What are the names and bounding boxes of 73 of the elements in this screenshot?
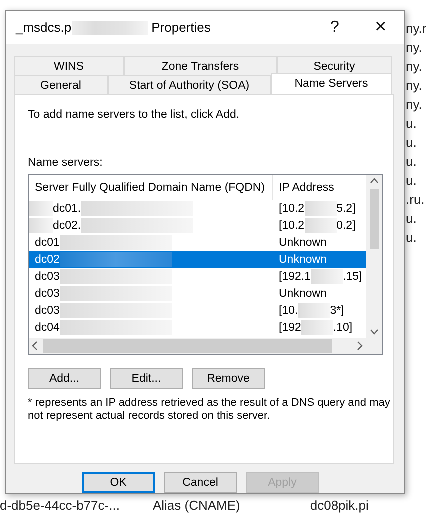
ip-text: [10.2	[279, 202, 305, 215]
server-row[interactable]: dc02. [10.2 0.2]	[29, 217, 366, 234]
background-text: u.	[406, 172, 418, 189]
fqdn-text: dc01	[35, 236, 60, 249]
background-text: u.	[406, 210, 418, 227]
background-text: ny.	[406, 58, 424, 75]
edit-button[interactable]: Edit...	[110, 368, 183, 390]
vertical-scrollbar[interactable]	[366, 175, 382, 338]
server-row[interactable]: dc01. [10.2 5.2]	[29, 200, 366, 218]
redacted-blur	[301, 320, 334, 336]
ip-text: 3*]	[330, 304, 344, 317]
server-row[interactable]: dc02 Unknown	[29, 251, 366, 268]
redacted-blur	[304, 201, 337, 216]
scroll-thumb[interactable]	[370, 189, 378, 250]
redacted-blur	[310, 269, 343, 284]
fqdn-text: dc02	[35, 254, 60, 266]
footnote-text: * represents an IP address retrieved as the result of a DNS query and may not represent actual records stored on this server.	[28, 397, 392, 424]
server-row[interactable]: dc03 Unknown	[29, 285, 366, 302]
tab[interactable]: WINS	[14, 56, 124, 78]
server-row[interactable]: dc03 [192.1 .15]	[29, 268, 366, 286]
background-text: u.	[406, 134, 418, 151]
ip-text: [10.	[279, 304, 298, 317]
instruction-text: To add name servers to the list, click Add.	[28, 109, 241, 122]
server-row[interactable]: dc03 [10. 3*]	[29, 302, 366, 320]
ip-text: [192.1	[279, 270, 311, 283]
ip-text: Unknown	[279, 236, 327, 249]
fqdn-text: dc01.	[53, 202, 82, 215]
redacted-blur	[304, 218, 337, 234]
background-text: u.	[406, 115, 418, 132]
cancel-button[interactable]: Cancel	[164, 472, 237, 493]
column-header[interactable]: IP Address	[273, 175, 334, 200]
scroll-thumb[interactable]	[43, 339, 332, 354]
help-button[interactable]: ?	[312, 18, 358, 37]
background-text: .ru.	[406, 191, 426, 208]
fqdn-text: dc02.	[53, 220, 82, 232]
tab[interactable]: Zone Transfers	[124, 56, 277, 78]
chevron-right-icon[interactable]	[356, 341, 364, 352]
background-text: Alias (CNAME)	[152, 498, 240, 515]
ip-text: Unknown	[279, 288, 327, 300]
chevron-left-icon[interactable]	[31, 341, 39, 352]
background-text: u.	[406, 229, 418, 246]
ip-text: 0.2]	[336, 220, 356, 232]
column-header[interactable]: Server Fully Qualified Domain Name (FQDN)	[29, 175, 273, 200]
redacted-blur	[298, 303, 330, 318]
remove-button[interactable]: Remove	[192, 368, 265, 390]
server-row[interactable]: dc04 [192 .10]	[29, 319, 366, 336]
tab[interactable]: General	[14, 75, 108, 96]
ip-text: .10]	[333, 322, 353, 334]
add-button[interactable]: Add...	[28, 368, 101, 390]
close-button[interactable]: ×	[358, 16, 404, 40]
ip-text: 5.2]	[336, 202, 356, 215]
fqdn-text: dc03	[35, 270, 60, 283]
fqdn-text: dc03	[35, 304, 60, 317]
ip-text: [192	[279, 322, 302, 334]
ok-button[interactable]: OK	[82, 472, 155, 493]
list-label: Name servers:	[28, 157, 104, 170]
background-text: ny.	[406, 39, 424, 56]
ip-text: Unknown	[279, 254, 327, 266]
horizontal-scrollbar[interactable]	[29, 338, 382, 354]
tab[interactable]: Start of Authority (SOA)	[108, 75, 271, 96]
background-text: dc08pik.pi	[310, 498, 369, 515]
tab[interactable]: Name Servers	[271, 73, 392, 94]
background-text: u.	[406, 153, 418, 170]
background-text: d-db5e-44cc-b77c-...	[0, 498, 120, 515]
background-text: ny.	[406, 77, 424, 94]
window-title: Properties	[152, 20, 211, 36]
fqdn-text: dc04	[35, 322, 60, 334]
fqdn-text: dc03	[35, 288, 60, 300]
window-title: _msdcs.p	[16, 20, 72, 36]
ip-text: .15]	[342, 270, 362, 283]
server-row[interactable]: dc01 Unknown	[29, 234, 366, 252]
ip-text: [10.2	[279, 220, 305, 232]
background-text: ny.	[406, 96, 424, 113]
